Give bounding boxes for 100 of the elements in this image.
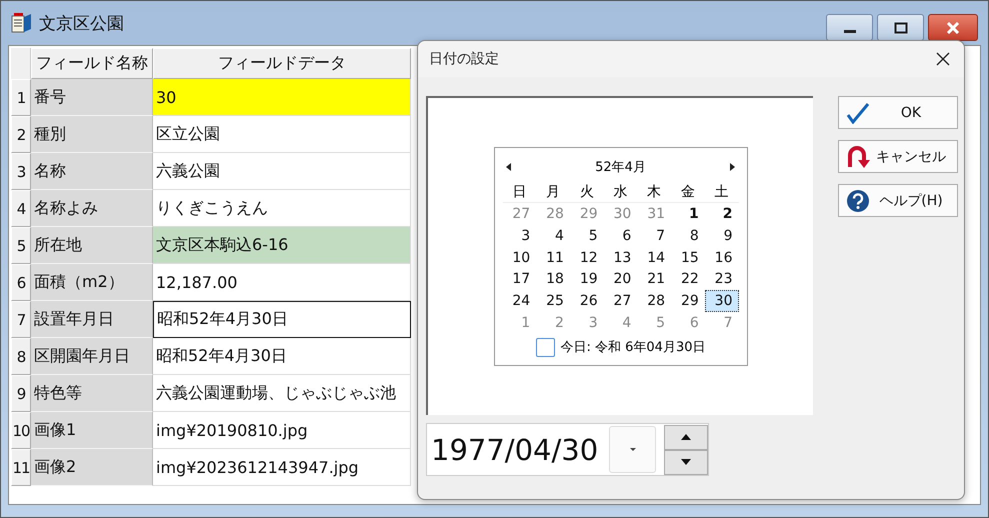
field-value-cell[interactable]: 六義公園運動場、じゃぶじゃぶ池 bbox=[153, 375, 411, 412]
calendar-day[interactable]: 26 bbox=[570, 290, 604, 312]
field-value-cell[interactable]: 12,187.00 bbox=[153, 264, 411, 301]
field-value-cell[interactable]: img¥2023612143947.jpg bbox=[153, 449, 411, 486]
calendar-day[interactable]: 30 bbox=[604, 203, 638, 225]
undo-arrow-icon bbox=[845, 144, 871, 168]
caret-icon bbox=[630, 448, 636, 452]
weekday-label: 水 bbox=[604, 182, 638, 204]
calendar-day[interactable]: 15 bbox=[671, 246, 705, 268]
window-title: 文京区公園 bbox=[39, 12, 124, 34]
row-number: 2 bbox=[11, 116, 31, 153]
calendar-day[interactable]: 27 bbox=[604, 290, 638, 312]
calendar-day[interactable]: 11 bbox=[536, 246, 570, 268]
spin-down-button[interactable] bbox=[664, 450, 708, 474]
calendar-day[interactable]: 9 bbox=[704, 224, 738, 247]
row-number: 9 bbox=[11, 375, 31, 412]
row-number: 11 bbox=[11, 449, 31, 486]
maximize-button[interactable] bbox=[877, 14, 924, 41]
field-value-cell[interactable]: 六義公園 bbox=[153, 153, 411, 190]
date-value: 1977/04/30 bbox=[431, 432, 600, 466]
calendar-day[interactable]: 18 bbox=[536, 268, 570, 290]
calendar-day[interactable]: 27 bbox=[502, 203, 536, 225]
field-name-cell: 番号 bbox=[31, 79, 153, 116]
field-name-cell: 名称 bbox=[31, 153, 153, 190]
minimize-button[interactable] bbox=[826, 14, 873, 41]
field-name-cell: 種別 bbox=[31, 116, 153, 153]
weekday-label: 火 bbox=[570, 182, 604, 204]
calendar-day[interactable]: 30 bbox=[704, 290, 738, 312]
calendar-day[interactable]: 3 bbox=[570, 312, 604, 334]
field-name-cell: 設置年月日 bbox=[31, 301, 153, 338]
month-title[interactable]: 52年4月 bbox=[595, 158, 646, 176]
close-icon[interactable] bbox=[936, 52, 950, 66]
down-arrow-icon bbox=[681, 459, 691, 465]
column-header[interactable]: フィールドデータ bbox=[153, 48, 411, 79]
weekday-label: 月 bbox=[536, 182, 570, 204]
calendar-day[interactable]: 24 bbox=[502, 290, 536, 312]
field-value-cell[interactable]: 昭和52年4月30日 bbox=[153, 338, 411, 375]
row-number: 4 bbox=[11, 190, 31, 227]
today-label[interactable]: 今日: 令和 6年04月30日 bbox=[560, 338, 706, 356]
calendar-day[interactable]: 21 bbox=[637, 268, 672, 290]
calendar-day[interactable]: 10 bbox=[502, 246, 536, 268]
calendar-day[interactable]: 20 bbox=[604, 268, 638, 290]
weekday-label: 金 bbox=[671, 182, 705, 204]
today-checkbox[interactable] bbox=[536, 338, 554, 357]
calendar-day[interactable]: 7 bbox=[637, 224, 672, 247]
row-number: 8 bbox=[11, 338, 31, 375]
calendar-day[interactable]: 17 bbox=[502, 268, 536, 290]
field-name-cell: 所在地 bbox=[31, 227, 153, 264]
next-month-icon[interactable] bbox=[730, 162, 736, 171]
field-value-cell[interactable]: 区立公園 bbox=[153, 116, 411, 153]
close-button[interactable] bbox=[928, 14, 978, 41]
calendar-day[interactable]: 2 bbox=[536, 312, 570, 334]
field-name-cell: 特色等 bbox=[31, 375, 153, 412]
calendar-day[interactable]: 14 bbox=[637, 246, 672, 268]
calendar-day[interactable]: 31 bbox=[637, 203, 672, 225]
calendar-day[interactable]: 29 bbox=[671, 290, 705, 312]
header-cell bbox=[11, 48, 31, 79]
row-number: 10 bbox=[11, 412, 31, 449]
calendar-day[interactable]: 1 bbox=[671, 203, 705, 225]
calendar-day[interactable]: 8 bbox=[671, 224, 705, 247]
help-button[interactable]: ヘルプ(H) bbox=[838, 184, 958, 217]
help-icon bbox=[845, 188, 871, 212]
calendar-day[interactable]: 13 bbox=[604, 246, 638, 268]
field-value-cell[interactable]: りくぎこうえん bbox=[153, 190, 411, 227]
calendar-day[interactable]: 6 bbox=[671, 312, 705, 334]
calendar-day[interactable]: 19 bbox=[570, 268, 604, 290]
row-number: 5 bbox=[11, 227, 31, 264]
calendar-day[interactable]: 28 bbox=[637, 290, 672, 312]
calendar-day[interactable]: 29 bbox=[570, 203, 604, 225]
date-field[interactable]: 1977/04/30 bbox=[426, 423, 709, 476]
previous-month-icon[interactable] bbox=[506, 162, 510, 171]
cancel-button[interactable]: キャンセル bbox=[838, 140, 958, 173]
row-number: 3 bbox=[11, 153, 31, 190]
field-name-cell: 面積（m2） bbox=[31, 264, 153, 301]
field-value-cell[interactable]: 昭和52年4月30日 bbox=[153, 301, 411, 338]
spin-up-button[interactable] bbox=[664, 424, 708, 450]
field-value-cell[interactable]: 30 bbox=[153, 79, 411, 116]
calendar-day[interactable]: 1 bbox=[502, 312, 536, 334]
field-value-cell[interactable]: 文京区本駒込6-16 bbox=[153, 227, 411, 264]
calendar-day[interactable]: 3 bbox=[502, 224, 536, 247]
calendar-day[interactable]: 6 bbox=[604, 224, 638, 247]
field-value-cell[interactable]: img¥20190810.jpg bbox=[153, 412, 411, 449]
weekday-label: 木 bbox=[637, 182, 672, 204]
calendar-day[interactable]: 4 bbox=[604, 312, 638, 334]
calendar-day[interactable]: 5 bbox=[570, 224, 604, 247]
calendar-day[interactable]: 2 bbox=[704, 203, 738, 225]
calendar-day[interactable]: 5 bbox=[637, 312, 672, 334]
row-number: 6 bbox=[11, 264, 31, 301]
column-header[interactable]: フィールド名称 bbox=[31, 48, 153, 79]
calendar-day[interactable]: 7 bbox=[704, 312, 738, 334]
calendar-day[interactable]: 16 bbox=[704, 246, 738, 268]
book-icon bbox=[11, 12, 33, 34]
calendar-day[interactable]: 4 bbox=[536, 224, 570, 247]
close-icon bbox=[946, 22, 960, 34]
calendar-day[interactable]: 12 bbox=[570, 246, 604, 268]
calendar-day[interactable]: 25 bbox=[536, 290, 570, 312]
calendar-day[interactable]: 23 bbox=[704, 268, 738, 290]
calendar-day[interactable]: 22 bbox=[671, 268, 705, 290]
ok-button[interactable]: OK bbox=[838, 96, 958, 129]
calendar-day[interactable]: 28 bbox=[536, 203, 570, 225]
